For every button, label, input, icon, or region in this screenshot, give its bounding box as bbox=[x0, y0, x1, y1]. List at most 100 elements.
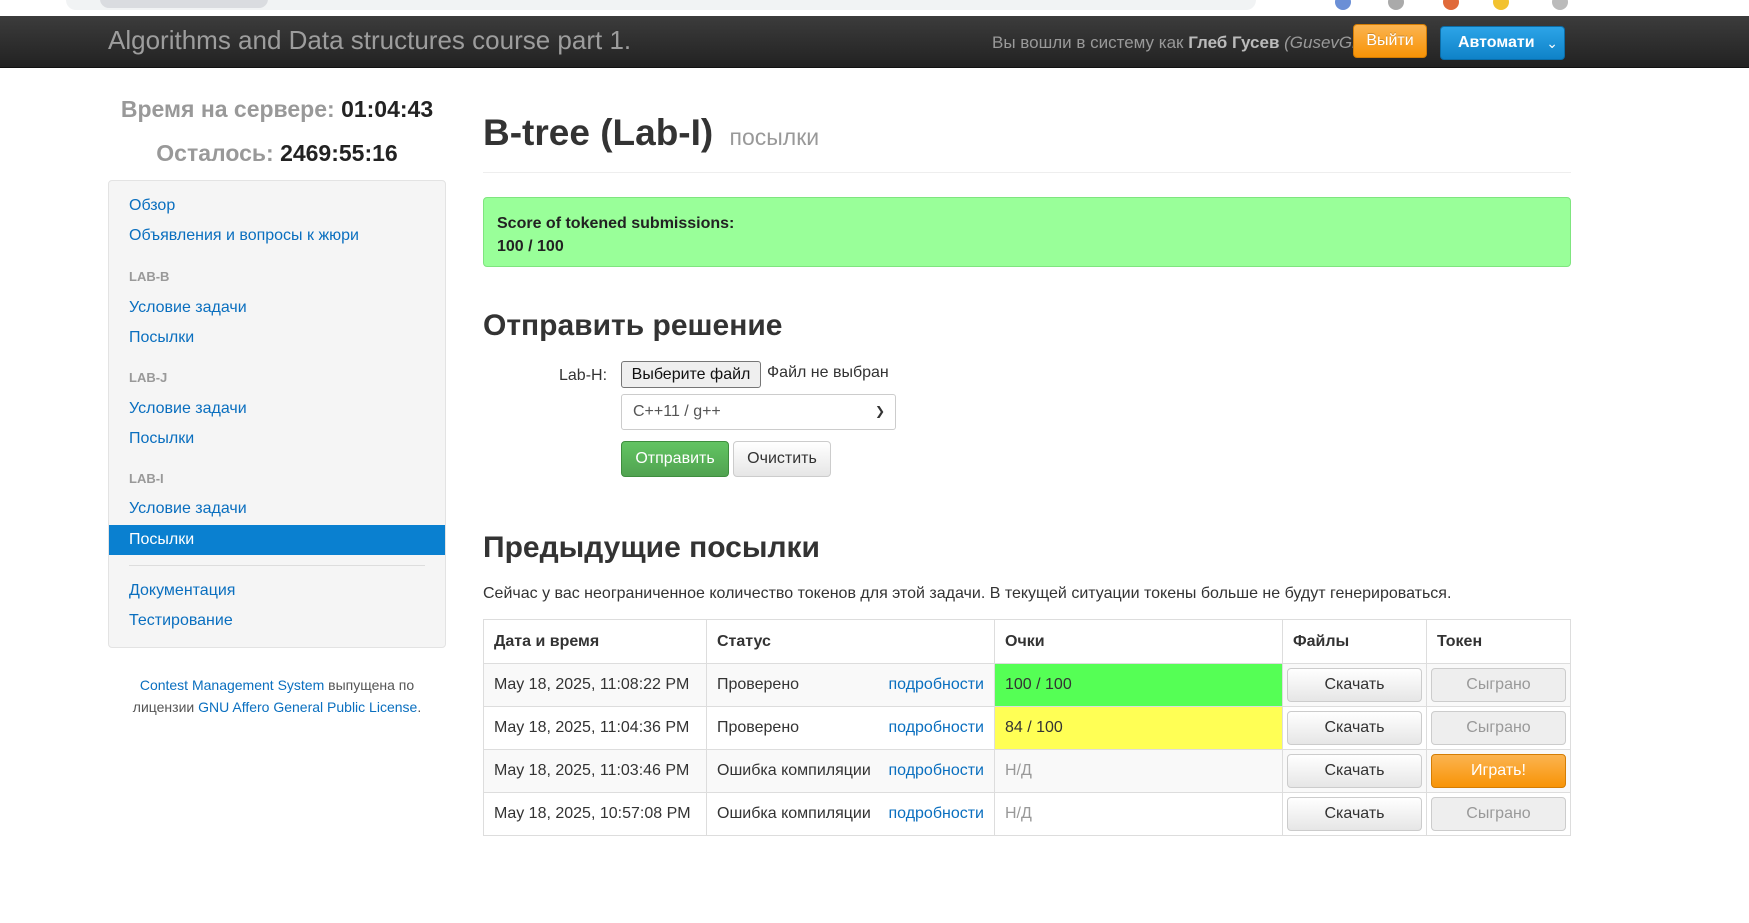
language-dropdown[interactable]: Автомати ⌄ bbox=[1440, 26, 1565, 60]
language-label: Автомати bbox=[1458, 34, 1535, 51]
extension-icon[interactable] bbox=[1493, 0, 1509, 10]
submit-heading: Отправить решение bbox=[483, 309, 783, 342]
score-label: Score of tokened submissions: bbox=[497, 215, 735, 232]
contest-brand[interactable]: Algorithms and Data structures course pa… bbox=[108, 25, 631, 56]
submission-status: Проверено подробности bbox=[706, 663, 995, 707]
sidebar-item-lab-b-statement[interactable]: Условие задачи bbox=[129, 299, 247, 317]
license-link[interactable]: GNU Affero General Public License bbox=[198, 699, 417, 715]
token-cell: Сыграно bbox=[1426, 792, 1571, 836]
logout-button[interactable]: Выйти bbox=[1353, 24, 1427, 58]
submission-status: Проверено подробности bbox=[706, 706, 995, 750]
title-divider bbox=[483, 172, 1571, 173]
download-button[interactable]: Скачать bbox=[1287, 797, 1422, 831]
table-row: May 18, 2025, 11:03:46 PM Ошибка компиля… bbox=[483, 749, 1571, 793]
tokened-score-alert: Score of tokened submissions: 100 / 100 bbox=[483, 197, 1571, 267]
token-cell: Играть! bbox=[1426, 749, 1571, 793]
extension-icon[interactable] bbox=[1443, 0, 1459, 10]
header-status: Статус bbox=[706, 619, 995, 664]
remaining-label: Осталось: bbox=[156, 140, 274, 166]
profile-avatar[interactable] bbox=[1552, 0, 1568, 10]
license-text-2: лицензии bbox=[132, 699, 195, 715]
status-text: Ошибка компиляции bbox=[717, 762, 871, 779]
files-cell: Скачать bbox=[1282, 792, 1427, 836]
language-select-value: C++11 / g++ bbox=[633, 403, 721, 420]
page-title: B-tree (Lab-I) посылки bbox=[483, 112, 819, 154]
extension-icon[interactable] bbox=[1388, 0, 1404, 10]
sidebar-nav: Обзор Объявления и вопросы к жюри LAB-B … bbox=[108, 180, 446, 648]
status-text: Ошибка компиляции bbox=[717, 805, 871, 822]
submission-score: 84 / 100 bbox=[994, 706, 1283, 750]
sidebar-item-announcements[interactable]: Объявления и вопросы к жюри bbox=[129, 227, 359, 245]
submission-date: May 18, 2025, 11:04:36 PM bbox=[483, 706, 707, 750]
top-navbar: Algorithms and Data structures course pa… bbox=[0, 16, 1749, 68]
server-time-value: 01:04:43 bbox=[341, 96, 434, 122]
download-button[interactable]: Скачать bbox=[1287, 754, 1422, 788]
sidebar-item-lab-j-submissions[interactable]: Посылки bbox=[129, 430, 194, 448]
download-button[interactable]: Скачать bbox=[1287, 668, 1422, 702]
files-cell: Скачать bbox=[1282, 706, 1427, 750]
header-date: Дата и время bbox=[483, 619, 707, 664]
details-link[interactable]: подробности bbox=[888, 676, 984, 694]
header-files: Файлы bbox=[1282, 619, 1427, 664]
server-time-label: Время на сервере: bbox=[120, 96, 335, 122]
choose-file-button[interactable]: Выберите файл bbox=[621, 361, 761, 388]
user-name: Глеб Гусев bbox=[1188, 33, 1280, 52]
license-period: . bbox=[417, 699, 422, 715]
sidebar-item-lab-i-statement[interactable]: Условие задачи bbox=[129, 500, 247, 518]
submission-date: May 18, 2025, 11:08:22 PM bbox=[483, 663, 707, 707]
cms-link[interactable]: Contest Management System bbox=[140, 677, 324, 693]
login-prefix: Вы вошли в систему как bbox=[992, 33, 1184, 52]
sidebar-header-lab-b: LAB-B bbox=[129, 269, 170, 284]
submission-status: Ошибка компиляции подробности bbox=[706, 792, 995, 836]
token-cell: Сыграно bbox=[1426, 706, 1571, 750]
chevron-down-icon: ❯ bbox=[874, 404, 885, 418]
previous-submissions-heading: Предыдущие посылки bbox=[483, 531, 820, 564]
submission-score: Н/Д bbox=[994, 749, 1283, 793]
sidebar-item-overview[interactable]: Обзор bbox=[129, 197, 175, 215]
status-text: Проверено bbox=[717, 676, 800, 693]
table-row: May 18, 2025, 11:04:36 PM Проверено подр… bbox=[483, 706, 1571, 750]
chevron-down-icon: ⌄ bbox=[1546, 35, 1558, 51]
token-played-button: Сыграно bbox=[1431, 797, 1566, 831]
language-select[interactable]: C++11 / g++ ❯ bbox=[621, 394, 896, 430]
sidebar-item-testing[interactable]: Тестирование bbox=[129, 612, 233, 630]
task-title: B-tree (Lab-I) bbox=[483, 112, 714, 153]
file-status: Файл не выбран bbox=[767, 364, 889, 381]
extension-icon[interactable] bbox=[1335, 0, 1351, 10]
files-cell: Скачать bbox=[1282, 749, 1427, 793]
sidebar-item-lab-b-submissions[interactable]: Посылки bbox=[129, 329, 194, 347]
submission-score: Н/Д bbox=[994, 792, 1283, 836]
details-link[interactable]: подробности bbox=[888, 762, 984, 780]
remaining-value: 2469:55:16 bbox=[280, 140, 398, 166]
play-token-button[interactable]: Играть! bbox=[1431, 754, 1566, 788]
download-button[interactable]: Скачать bbox=[1287, 711, 1422, 745]
status-text: Проверено bbox=[717, 719, 800, 736]
sidebar-item-label: Посылки bbox=[129, 531, 195, 548]
token-info: Сейчас у вас неограниченное количество т… bbox=[483, 585, 1452, 602]
table-row: May 18, 2025, 11:08:22 PM Проверено подр… bbox=[483, 663, 1571, 707]
time-remaining: Осталось: 2469:55:16 bbox=[108, 140, 446, 167]
token-played-button: Сыграно bbox=[1431, 668, 1566, 702]
header-score: Очки bbox=[994, 619, 1283, 664]
file-field-label: Lab-H: bbox=[559, 367, 608, 384]
user-login: (GusevGl) bbox=[1284, 33, 1362, 52]
sidebar-item-lab-j-statement[interactable]: Условие задачи bbox=[129, 400, 247, 418]
sidebar-header-lab-j: LAB-J bbox=[129, 370, 168, 385]
files-cell: Скачать bbox=[1282, 663, 1427, 707]
token-cell: Сыграно bbox=[1426, 663, 1571, 707]
page-subtitle: посылки bbox=[729, 124, 820, 150]
table-row: May 18, 2025, 10:57:08 PM Ошибка компиля… bbox=[483, 792, 1571, 836]
sidebar-item-documentation[interactable]: Документация bbox=[129, 582, 235, 600]
submission-status: Ошибка компиляции подробности bbox=[706, 749, 995, 793]
details-link[interactable]: подробности bbox=[888, 719, 984, 737]
details-link[interactable]: подробности bbox=[888, 805, 984, 823]
table-header-row: Дата и время Статус Очки Файлы Токен bbox=[483, 619, 1571, 664]
sidebar-item-lab-i-submissions[interactable]: Посылки bbox=[109, 525, 445, 555]
submission-score: 100 / 100 bbox=[994, 663, 1283, 707]
submit-button[interactable]: Отправить bbox=[621, 441, 729, 477]
server-time: Время на сервере: 01:04:43 bbox=[108, 96, 446, 123]
license-note: Contest Management System выпущена по ли… bbox=[108, 674, 446, 718]
reset-button[interactable]: Очистить bbox=[733, 441, 831, 477]
browser-toolbar-strip bbox=[0, 0, 1749, 16]
submission-date: May 18, 2025, 10:57:08 PM bbox=[483, 792, 707, 836]
